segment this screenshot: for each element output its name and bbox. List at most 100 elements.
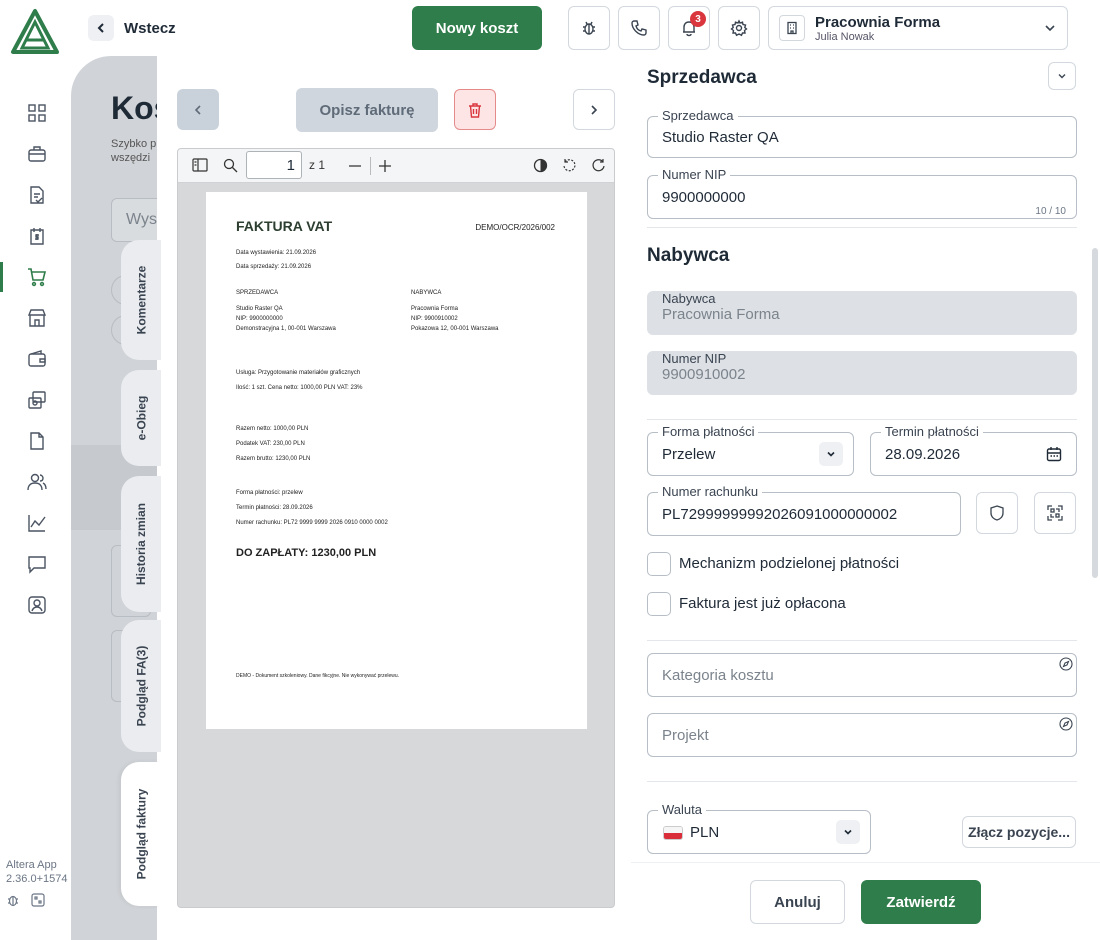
back-button[interactable]: Wstecz [88, 14, 176, 42]
doc-seller-addr: Demonstracyjna 1, 00-001 Warszawa [236, 326, 336, 332]
cancel-button[interactable]: Anuluj [750, 880, 845, 924]
new-cost-button[interactable]: Nowy koszt [412, 6, 542, 50]
contrast-icon[interactable] [533, 158, 548, 173]
subtitle-line: wszędzi [111, 152, 151, 164]
buyer-section-title: Nabywca [647, 245, 730, 266]
sidebar-toggle-icon[interactable] [192, 158, 208, 172]
seller-nip-value: 9900000000 [662, 189, 746, 206]
currency-value: PLN [690, 824, 720, 841]
payment-form-select[interactable]: Forma płatności Przelew [647, 424, 854, 476]
cost-category-input[interactable]: Kategoria kosztu [647, 653, 1077, 697]
rotate-right-icon[interactable] [591, 158, 606, 173]
chevron-down-icon [819, 442, 843, 466]
tab-history[interactable]: Historia zmian [121, 476, 161, 612]
doc-vat: Podatek VAT: 230,00 PLN [236, 441, 305, 447]
qr-icon[interactable] [31, 893, 45, 907]
seller-field-value: Studio Raster QA [662, 129, 779, 146]
compass-icon[interactable] [1059, 657, 1073, 671]
company-name: Pracownia Forma [815, 13, 941, 31]
bug-icon[interactable] [6, 893, 20, 907]
company-selector[interactable]: Pracownia Forma Julia Nowak [768, 6, 1068, 50]
settings-button[interactable] [718, 6, 760, 50]
delete-button[interactable] [454, 89, 496, 130]
confirm-button[interactable]: Zatwierdź [861, 880, 981, 924]
shield-icon [990, 505, 1004, 521]
scan-icon [1047, 505, 1063, 521]
collapse-seller-button[interactable] [1048, 62, 1076, 90]
chart-icon[interactable] [26, 512, 48, 534]
app-logo[interactable] [10, 8, 60, 54]
chevron-down-icon [836, 820, 860, 844]
doc-gross: Razem brutto: 1230,00 PLN [236, 456, 311, 462]
doc-buyer-name: Pracownia Forma [411, 306, 459, 312]
tab-comments[interactable]: Komentarze [121, 240, 161, 360]
doc-number: DEMO/OCR/2026/002 [475, 223, 555, 232]
compass-icon[interactable] [1059, 717, 1073, 731]
verify-account-button[interactable] [976, 492, 1018, 534]
doc-buyer-head: NABYWCA [411, 290, 442, 296]
bug-icon [580, 19, 598, 37]
payment-term-input[interactable]: Termin płatności 28.09.2026 [870, 424, 1077, 476]
merge-items-button[interactable]: Złącz pozycje... [962, 816, 1076, 848]
gear-icon [730, 19, 748, 37]
invoice-paid-checkbox[interactable] [647, 592, 671, 616]
notification-badge: 3 [690, 11, 706, 27]
rotate-left-icon[interactable] [562, 158, 577, 173]
scan-account-button[interactable] [1034, 492, 1076, 534]
project-input[interactable]: Projekt [647, 713, 1077, 757]
tab-e-obieg[interactable]: e-Obieg [121, 370, 161, 466]
form-scrollbar[interactable] [1092, 248, 1098, 578]
tab-invoice-preview[interactable]: Podgląd faktury [121, 762, 161, 906]
page-number-input[interactable]: 1 [246, 151, 302, 179]
zoom-out-icon[interactable] [348, 159, 362, 173]
seller-nip-field[interactable]: Numer NIP 9900000000 10 / 10 [647, 167, 1077, 219]
describe-invoice-button[interactable]: Opisz fakturę [296, 88, 438, 132]
chevron-left-icon [192, 104, 204, 116]
buyer-nip-value: 9900910002 [662, 366, 746, 383]
tab-label: Historia zmian [134, 502, 148, 586]
contact-icon[interactable] [26, 594, 48, 616]
account-number-input[interactable]: Numer rachunku PL72999999992026091000000… [647, 484, 961, 536]
bug-report-button[interactable] [568, 6, 610, 50]
pdf-viewer[interactable]: 1 z 1 FAKTURA VAT DEMO/OCR/2026/002 Data… [177, 148, 615, 908]
doc-buyer-addr: Pokazowa 12, 00-001 Warszawa [411, 326, 499, 332]
poland-flag-icon [664, 827, 682, 839]
briefcase-icon[interactable] [26, 143, 48, 165]
seller-nip-label: Numer NIP [658, 167, 731, 183]
doc-footer: DEMO - Dokument szkoleniowy. Dane fikcyj… [236, 673, 400, 679]
previous-invoice-button[interactable] [177, 89, 219, 130]
nip-char-counter: 10 / 10 [1035, 206, 1066, 217]
users-icon[interactable] [26, 471, 48, 493]
search-icon[interactable] [223, 158, 238, 173]
money-document-icon[interactable] [26, 225, 48, 247]
file-icon[interactable] [26, 430, 48, 452]
version-number: 2.36.0+1574 [6, 873, 68, 885]
cart-icon[interactable] [26, 266, 48, 288]
doc-title: FAKTURA VAT [236, 218, 333, 234]
buyer-field: Nabywca Pracownia Forma [647, 291, 1077, 335]
zoom-in-icon[interactable] [378, 159, 392, 173]
doc-service: Usługa: Przygotowanie materiałów graficz… [236, 370, 361, 376]
document-check-icon[interactable] [26, 184, 48, 206]
transfer-icon[interactable] [26, 389, 48, 411]
divider [647, 781, 1077, 782]
doc-seller-nip: NIP: 9900000000 [236, 316, 283, 322]
wallet-icon[interactable] [26, 348, 48, 370]
sidebar-active-indicator [0, 262, 3, 292]
doc-issue-date: Data wystawienia: 21.09.2026 [236, 250, 317, 256]
message-icon[interactable] [26, 553, 48, 575]
tab-fa3-preview[interactable]: Podgląd FA(3) [121, 620, 161, 752]
split-payment-checkbox[interactable] [647, 552, 671, 576]
phone-button[interactable] [618, 6, 660, 50]
seller-section-title: Sprzedawca [647, 67, 757, 88]
dashboard-icon[interactable] [26, 102, 48, 124]
currency-select[interactable]: Waluta PLN [647, 802, 871, 854]
cost-category-placeholder: Kategoria kosztu [662, 667, 774, 684]
currency-label: Waluta [658, 802, 706, 818]
seller-field[interactable]: Sprzedawca Studio Raster QA [647, 108, 1077, 158]
store-icon[interactable] [26, 307, 48, 329]
calendar-icon[interactable] [1046, 446, 1062, 462]
doc-pay-term: Termin płatności: 28.09.2026 [236, 505, 313, 511]
next-invoice-button[interactable] [573, 89, 615, 130]
doc-seller-name: Studio Raster QA [236, 306, 283, 312]
